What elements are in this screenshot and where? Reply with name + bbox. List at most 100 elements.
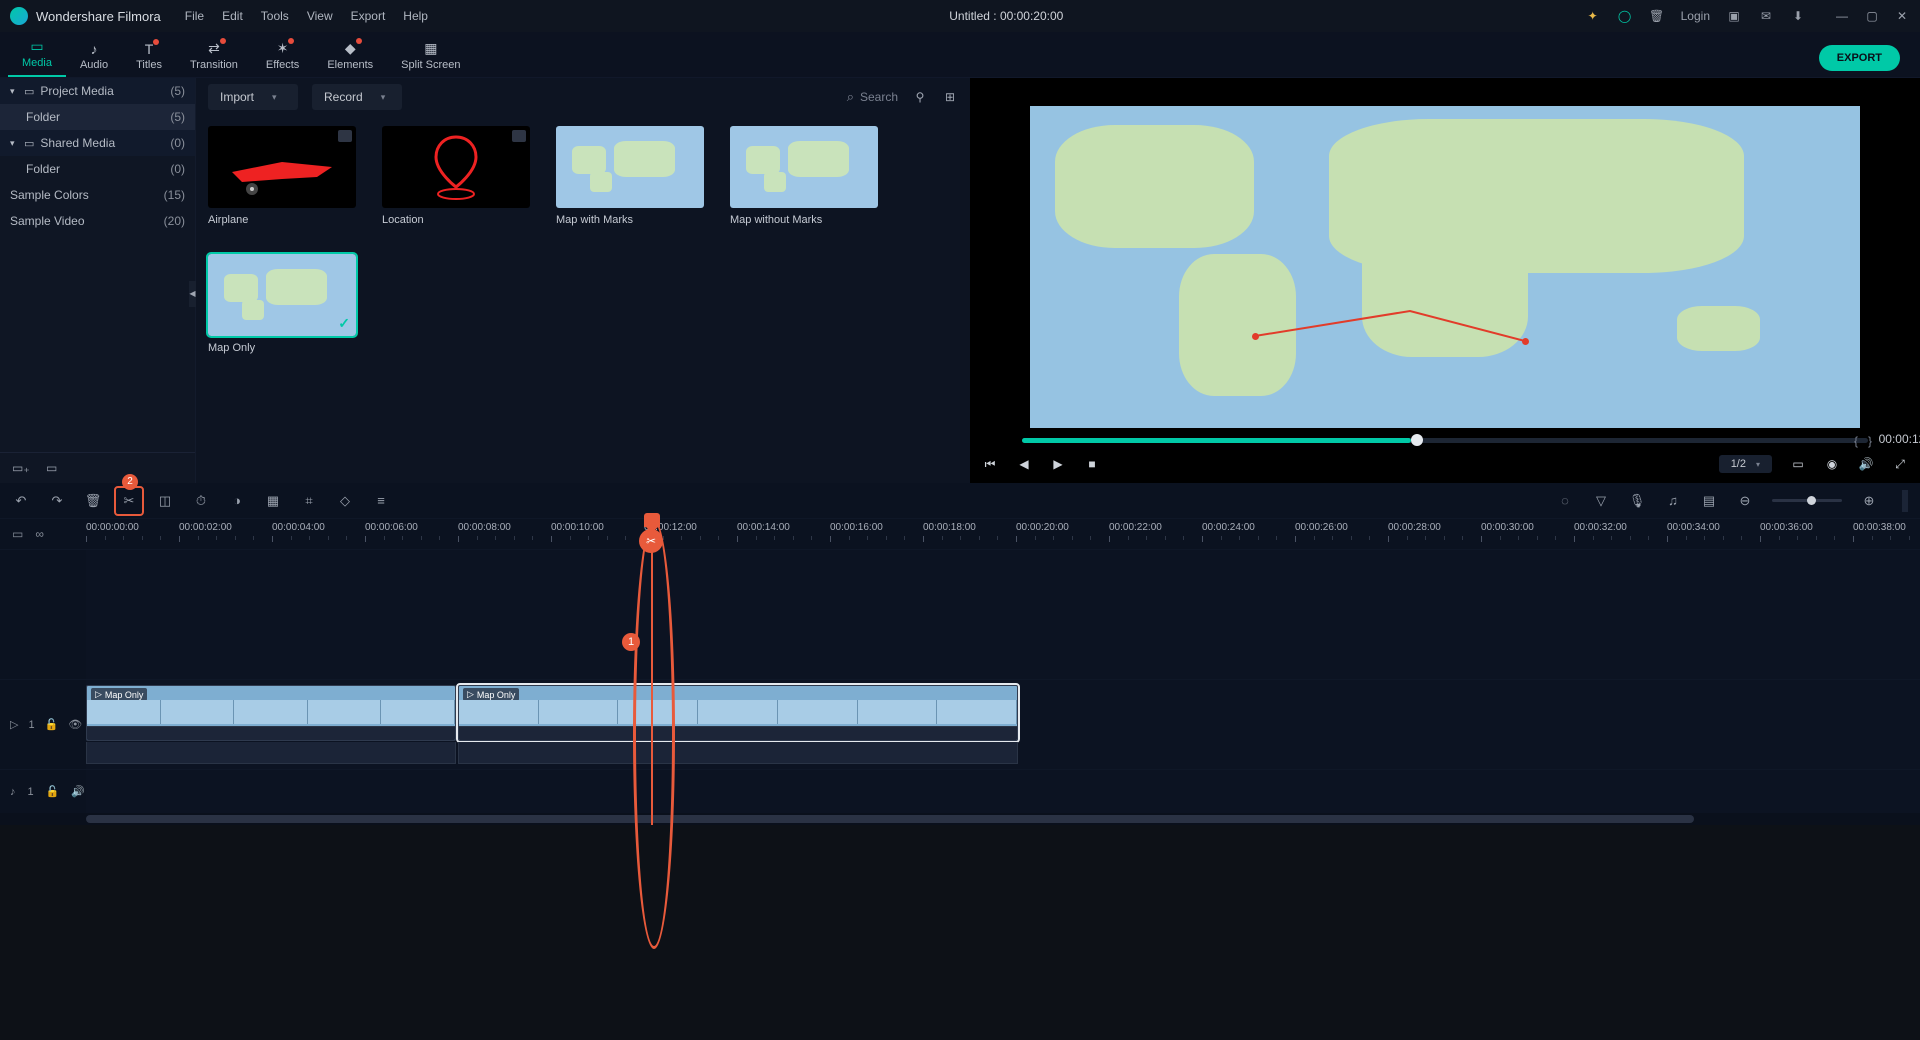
transition-icon: ⇄ xyxy=(208,40,220,57)
menu-edit[interactable]: Edit xyxy=(222,9,243,23)
render-icon[interactable]: ◌ xyxy=(1556,492,1574,510)
track-manage-icon[interactable]: ▤ xyxy=(1700,492,1718,510)
tab-effects[interactable]: ✶Effects xyxy=(252,36,313,77)
timeline-resize-handle[interactable] xyxy=(1902,490,1908,512)
media-item-map-marks[interactable]: Map with Marks xyxy=(556,126,704,226)
voiceover-icon[interactable]: 🎙 xyxy=(1628,492,1646,510)
import-dropdown[interactable]: Import▾ xyxy=(208,84,298,110)
image-type-icon xyxy=(512,130,526,142)
media-item-map-nomarks[interactable]: Map without Marks xyxy=(730,126,878,226)
tab-split-screen[interactable]: ▦Split Screen xyxy=(387,36,474,77)
lock-icon[interactable]: 🔓 xyxy=(45,718,59,731)
tips-icon[interactable]: ✦ xyxy=(1585,8,1601,24)
trash-icon[interactable]: 🗑 xyxy=(1649,8,1665,24)
display-icon[interactable]: ▭ xyxy=(1790,457,1806,471)
folder-icon: ▭ xyxy=(24,85,34,98)
tab-transition[interactable]: ⇄Transition xyxy=(176,36,252,77)
zoom-in-icon[interactable]: ⊕ xyxy=(1860,492,1878,510)
tab-media[interactable]: ▭Media xyxy=(8,34,66,77)
tab-audio[interactable]: ♪Audio xyxy=(66,37,122,77)
sidebar-item-shared-media[interactable]: ▾ ▭ Shared Media (0) xyxy=(0,130,195,156)
visibility-icon[interactable]: 👁 xyxy=(68,718,82,731)
sidebar-item-shared-folder[interactable]: Folder (0) xyxy=(0,156,195,182)
marker-icon[interactable]: ▽ xyxy=(1592,492,1610,510)
close-icon[interactable]: ✕ xyxy=(1894,8,1910,24)
volume-icon[interactable]: 🔊 xyxy=(1858,457,1874,471)
minimize-icon[interactable]: — xyxy=(1834,8,1850,24)
media-item-location[interactable]: Location xyxy=(382,126,530,226)
crop-icon[interactable]: ◫ xyxy=(156,492,174,510)
maximize-icon[interactable]: ▢ xyxy=(1864,8,1880,24)
new-folder-icon[interactable]: ▭₊ xyxy=(12,461,28,475)
login-link[interactable]: Login xyxy=(1681,9,1710,23)
undo-icon[interactable]: ↶ xyxy=(12,492,30,510)
media-item-airplane[interactable]: Airplane xyxy=(208,126,356,226)
main-menu: File Edit Tools View Export Help xyxy=(185,9,428,23)
preview-scrubber[interactable] xyxy=(1022,438,1868,443)
delete-icon[interactable]: 🗑 xyxy=(84,492,102,510)
menu-tools[interactable]: Tools xyxy=(261,9,289,23)
grid-view-icon[interactable]: ⊞ xyxy=(942,90,958,104)
collapse-sidebar-handle[interactable]: ◀ xyxy=(189,281,196,307)
track-video-icon: ▷ xyxy=(10,718,18,731)
download-icon[interactable]: ⬇ xyxy=(1790,8,1806,24)
snap-icon[interactable]: ▭ xyxy=(12,527,23,541)
sidebar-item-sample-video[interactable]: Sample Video (20) xyxy=(0,208,195,234)
green-screen-icon[interactable]: ▦ xyxy=(264,492,282,510)
edit-icon[interactable]: ⌗ xyxy=(300,492,318,510)
video-track-body[interactable]: ▷Map Only ▷Map Only xyxy=(86,680,1920,769)
redo-icon[interactable]: ↷ xyxy=(48,492,66,510)
mail-icon[interactable]: ✉ xyxy=(1758,8,1774,24)
open-folder-icon[interactable]: ▭ xyxy=(46,461,62,475)
step-back-icon[interactable]: ◀ xyxy=(1016,457,1032,471)
zoom-out-icon[interactable]: ⊖ xyxy=(1736,492,1754,510)
support-icon[interactable]: ◯ xyxy=(1617,8,1633,24)
link-icon[interactable]: ∞ xyxy=(35,527,44,541)
audio-track: ♪ 1 🔓 🔊 xyxy=(0,769,1920,813)
track-audio-icon: ♪ xyxy=(10,786,16,798)
mixer-icon[interactable]: ♫ xyxy=(1664,492,1682,510)
project-sidebar: ▾ ▭ Project Media (5) Folder (5) ▾ ▭ Sha… xyxy=(0,78,195,483)
menu-export[interactable]: Export xyxy=(351,9,386,23)
keyframe-icon[interactable]: ◇ xyxy=(336,492,354,510)
adjust-icon[interactable]: ≡ xyxy=(372,492,390,510)
record-dropdown[interactable]: Record▾ xyxy=(312,84,402,110)
timeline-scrollbar[interactable] xyxy=(0,813,1920,825)
sidebar-item-sample-colors[interactable]: Sample Colors (15) xyxy=(0,182,195,208)
play-icon[interactable]: ▶ xyxy=(1050,457,1066,471)
preview-canvas[interactable] xyxy=(1030,106,1860,428)
timeline-ruler[interactable]: 00:00:00:0000:00:02:0000:00:04:0000:00:0… xyxy=(86,519,1920,549)
fullscreen-icon[interactable]: ⤢ xyxy=(1892,457,1908,472)
sidebar-item-folder[interactable]: Folder (5) xyxy=(0,104,195,130)
stop-icon[interactable]: ■ xyxy=(1084,457,1100,471)
prev-frame-icon[interactable]: ⏮ xyxy=(982,457,998,472)
ruler-tick: 00:00:28:00 xyxy=(1388,522,1441,533)
timeline-zoom-slider[interactable] xyxy=(1772,499,1842,502)
preview-zoom-select[interactable]: 1/2▾ xyxy=(1719,455,1772,473)
menu-help[interactable]: Help xyxy=(403,9,428,23)
ruler-tick: 00:00:22:00 xyxy=(1109,522,1162,533)
menu-view[interactable]: View xyxy=(307,9,333,23)
ruler-tick: 00:00:36:00 xyxy=(1760,522,1813,533)
color-icon[interactable]: ◑ xyxy=(228,492,246,510)
tab-elements[interactable]: ◆Elements xyxy=(313,36,387,77)
audio-track-body[interactable] xyxy=(86,770,1920,813)
menu-file[interactable]: File xyxy=(185,9,204,23)
filter-icon[interactable]: ⚲ xyxy=(912,90,928,104)
search-input[interactable]: ⌕Search xyxy=(847,89,898,105)
ruler-tick: 00:00:38:00 xyxy=(1853,522,1906,533)
mute-icon[interactable]: 🔊 xyxy=(71,785,85,798)
clip-map-only-1[interactable]: ▷Map Only xyxy=(86,685,456,741)
save-icon[interactable]: ▣ xyxy=(1726,8,1742,24)
ruler-tick: 00:00:24:00 xyxy=(1202,522,1255,533)
search-icon: ⌕ xyxy=(847,89,854,105)
tab-titles[interactable]: TTitles xyxy=(122,37,176,77)
speed-icon[interactable]: ⏱ xyxy=(192,492,210,510)
export-button[interactable]: EXPORT xyxy=(1819,45,1900,71)
ruler-tick: 00:00:06:00 xyxy=(365,522,418,533)
lock-icon[interactable]: 🔓 xyxy=(46,785,60,798)
clip-map-only-2[interactable]: ▷Map Only xyxy=(458,685,1018,741)
sidebar-item-project-media[interactable]: ▾ ▭ Project Media (5) xyxy=(0,78,195,104)
snapshot-icon[interactable]: ◉ xyxy=(1824,457,1840,471)
media-item-map-only[interactable]: ✓ Map Only xyxy=(208,254,356,354)
